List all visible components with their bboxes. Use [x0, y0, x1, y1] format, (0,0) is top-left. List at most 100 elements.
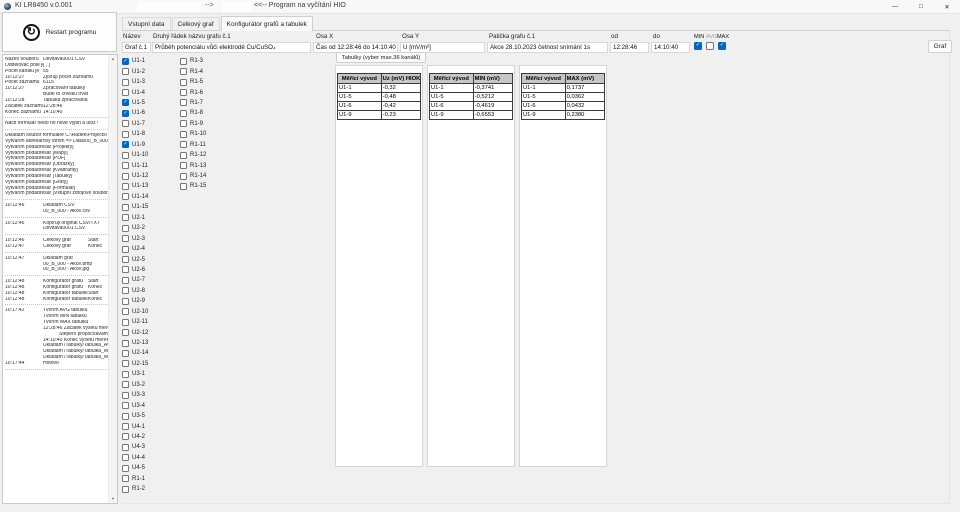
channel-checkbox-R1-8[interactable]: R1-8	[180, 108, 206, 118]
channel-checkbox-U1-4[interactable]: U1-4	[122, 87, 148, 97]
channel-checkbox-U4-2[interactable]: U4-2	[122, 432, 148, 442]
nazev-input[interactable]: Graf č.1	[122, 42, 151, 53]
channel-checkbox-U1-13[interactable]: U1-13	[122, 181, 148, 191]
channel-label: R1-12	[190, 152, 206, 158]
scroll-up-icon[interactable]: ▲	[109, 55, 117, 63]
channel-checkbox-U2-6[interactable]: U2-6	[122, 265, 148, 275]
channel-checkbox-R1-5[interactable]: R1-5	[180, 77, 206, 87]
channel-checkbox-U3-5[interactable]: U3-5	[122, 411, 148, 421]
table-header-cell: MAX (mV)	[565, 74, 604, 84]
channel-checkbox-U1-9[interactable]: ✓U1-9	[122, 140, 148, 150]
od-input[interactable]: 12:28:46	[610, 42, 649, 53]
checkbox-icon	[122, 131, 129, 138]
channel-checkbox-U4-1[interactable]: U4-1	[122, 421, 148, 431]
channel-checkbox-R1-7[interactable]: R1-7	[180, 98, 206, 108]
channel-checkbox-U2-15[interactable]: U2-15	[122, 359, 148, 369]
checkbox-icon	[122, 371, 129, 378]
close-icon: ✕	[944, 3, 949, 11]
channel-checkbox-U2-13[interactable]: U2-13	[122, 338, 148, 348]
channel-checkbox-U3-2[interactable]: U3-2	[122, 380, 148, 390]
channel-checkbox-R1-12[interactable]: R1-12	[180, 150, 206, 160]
channel-checkbox-U1-8[interactable]: U1-8	[122, 129, 148, 139]
channel-checkbox-R1-1[interactable]: R1-1	[122, 474, 148, 484]
druhy-radek-input[interactable]: Průběh potenciálu vůči elektrodě Cu/CuSO…	[152, 42, 311, 53]
channel-checkbox-U2-7[interactable]: U2-7	[122, 275, 148, 285]
graf-button[interactable]: Graf	[928, 40, 952, 53]
channel-checkbox-U2-3[interactable]: U2-3	[122, 233, 148, 243]
do-input[interactable]: 14:10:40	[651, 42, 690, 53]
channel-checkbox-U2-11[interactable]: U2-11	[122, 317, 148, 327]
channel-checkbox-U1-14[interactable]: U1-14	[122, 192, 148, 202]
table-cell: 0,0362	[565, 93, 604, 102]
channel-checkbox-R1-2[interactable]: R1-2	[122, 484, 148, 494]
channel-checkbox-U1-2[interactable]: U1-2	[122, 66, 148, 76]
channel-checkbox-U2-14[interactable]: U2-14	[122, 348, 148, 358]
channel-checkbox-U1-1[interactable]: ✓U1-1	[122, 56, 148, 66]
tab-2[interactable]: Celkový graf	[172, 17, 220, 30]
table-header-cell: MIN (mV)	[473, 74, 512, 84]
table-row: U1-9-0,23	[338, 111, 421, 120]
maximize-button[interactable]: □	[908, 0, 934, 13]
channel-checkbox-U1-12[interactable]: U1-12	[122, 171, 148, 181]
tab-3[interactable]: Konfigurátor grafů a tabulek	[221, 16, 313, 31]
checkbox-icon	[122, 298, 129, 305]
tabulky-header-button[interactable]: Tabulky (vyber max.36 kanálů)	[336, 52, 426, 63]
channel-checkbox-R1-15[interactable]: R1-15	[180, 181, 206, 191]
channel-checkbox-U2-4[interactable]: U2-4	[122, 244, 148, 254]
channel-checkbox-U3-4[interactable]: U3-4	[122, 400, 148, 410]
checkbox-icon: ✓	[122, 99, 129, 106]
channel-checkbox-U4-3[interactable]: U4-3	[122, 442, 148, 452]
channel-checkbox-R1-4[interactable]: R1-4	[180, 66, 206, 76]
channel-checkbox-R1-6[interactable]: R1-6	[180, 87, 206, 97]
channel-checkbox-U4-4[interactable]: U4-4	[122, 453, 148, 463]
checkbox-icon	[122, 287, 129, 294]
max-checkbox[interactable]: ✓	[718, 42, 726, 50]
min-checkbox[interactable]: ✓	[694, 42, 702, 50]
channel-checkbox-U1-10[interactable]: U1-10	[122, 150, 148, 160]
scroll-down-icon[interactable]: ▼	[109, 495, 117, 503]
restart-program-button[interactable]: ↻ Restart programu	[2, 12, 117, 52]
table-panel-2: Měřicí vývodMIN (mV)U1-1-0,3741U1-5-0,52…	[427, 65, 515, 467]
paticka-input[interactable]: Akce 28.10.2023 četnost snímání 1s	[487, 42, 608, 53]
channel-label: U3-3	[132, 392, 145, 398]
channel-checkbox-U1-11[interactable]: U1-11	[122, 160, 148, 170]
window-controls: — □ ✕	[882, 0, 960, 13]
channel-checkbox-R1-10[interactable]: R1-10	[180, 129, 206, 139]
channel-checkbox-U2-5[interactable]: U2-5	[122, 254, 148, 264]
checkbox-icon	[122, 329, 129, 336]
channel-checkbox-U3-1[interactable]: U3-1	[122, 369, 148, 379]
channel-checkbox-U4-5[interactable]: U4-5	[122, 463, 148, 473]
channel-checkbox-U3-3[interactable]: U3-3	[122, 390, 148, 400]
channel-checkbox-R1-9[interactable]: R1-9	[180, 119, 206, 129]
channel-label: U2-8	[132, 288, 145, 294]
table-cell: -0,4619	[473, 102, 512, 111]
checkbox-icon	[180, 162, 187, 169]
table-cell: -0,32	[381, 84, 420, 93]
channel-label: R1-8	[190, 110, 203, 116]
minimize-button[interactable]: —	[882, 0, 908, 13]
close-button[interactable]: ✕	[934, 0, 960, 13]
table-panel-3: Měřicí vývodMAX (mV)U1-10,1737U1-50,0362…	[519, 65, 607, 467]
checkbox-icon	[122, 444, 129, 451]
channel-checkbox-U2-9[interactable]: U2-9	[122, 296, 148, 306]
log-scrollbar[interactable]: ▲ ▼	[108, 55, 117, 503]
channel-checkbox-R1-14[interactable]: R1-14	[180, 171, 206, 181]
channel-checkbox-U2-2[interactable]: U2-2	[122, 223, 148, 233]
avg-checkbox[interactable]	[706, 42, 714, 50]
channel-checkbox-U2-1[interactable]: U2-1	[122, 213, 148, 223]
channel-checkbox-R1-13[interactable]: R1-13	[180, 160, 206, 170]
checkbox-icon	[122, 465, 129, 472]
channel-checkbox-U1-15[interactable]: U1-15	[122, 202, 148, 212]
tables-panels: Měřicí vývodUz (mV) HIOKIU1-1-0,32U1-5-0…	[335, 65, 607, 467]
channel-checkbox-U1-7[interactable]: U1-7	[122, 119, 148, 129]
channel-checkbox-U1-5[interactable]: ✓U1-5	[122, 98, 148, 108]
channel-checkbox-R1-11[interactable]: R1-11	[180, 140, 206, 150]
channel-checkbox-U2-8[interactable]: U2-8	[122, 286, 148, 296]
channel-checkbox-U1-3[interactable]: U1-3	[122, 77, 148, 87]
tab-1[interactable]: Vstupní data	[122, 17, 171, 30]
checkbox-icon	[122, 225, 129, 232]
channel-checkbox-U1-6[interactable]: ✓U1-6	[122, 108, 148, 118]
channel-checkbox-U2-12[interactable]: U2-12	[122, 327, 148, 337]
channel-checkbox-R1-3[interactable]: R1-3	[180, 56, 206, 66]
channel-checkbox-U2-10[interactable]: U2-10	[122, 307, 148, 317]
